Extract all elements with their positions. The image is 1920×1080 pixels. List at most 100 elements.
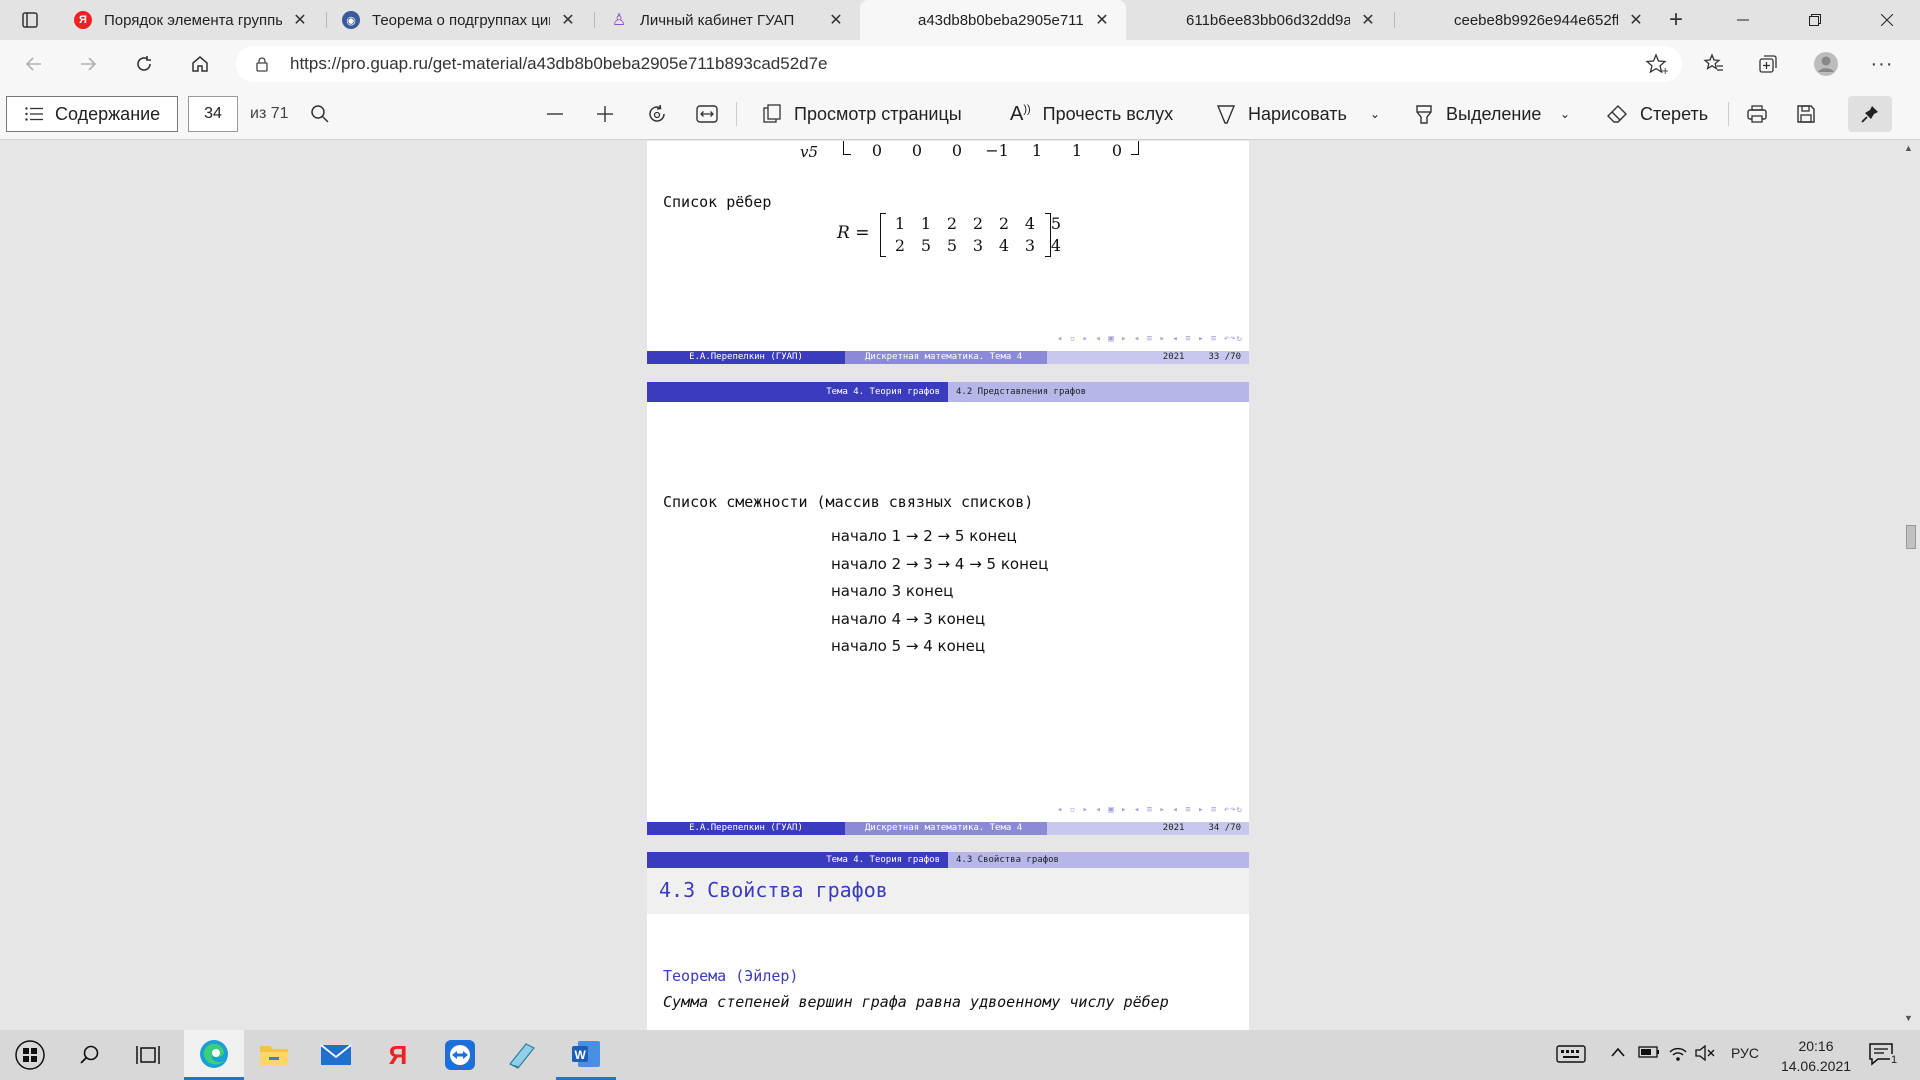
start-button[interactable] <box>0 1030 60 1080</box>
home-button[interactable] <box>182 48 218 80</box>
erase-button[interactable]: Стереть <box>1606 96 1708 132</box>
pen-icon <box>1216 105 1236 124</box>
contents-button[interactable]: Содержание <box>6 96 178 132</box>
scroll-down-arrow-icon[interactable]: ▼ <box>1904 1013 1913 1023</box>
minimize-button[interactable] <box>1712 0 1774 40</box>
clock-time: 20:16 <box>1798 1038 1834 1054</box>
toolbar-divider <box>1728 102 1729 126</box>
edge-taskbar-button[interactable] <box>184 1030 244 1080</box>
print-button[interactable] <box>1746 96 1768 132</box>
close-icon[interactable]: ✕ <box>1626 10 1646 30</box>
tab-2[interactable]: ◉ Теорема о подгруппах цик ✕ <box>328 0 592 40</box>
wifi-icon[interactable] <box>1668 1044 1688 1065</box>
minimize-icon <box>1737 19 1749 21</box>
favorites-button[interactable] <box>1696 48 1732 80</box>
printer-icon <box>1747 105 1767 123</box>
vertical-scrollbar[interactable]: ▲ ▼ <box>1900 141 1920 1030</box>
battery-icon[interactable] <box>1638 1045 1660 1062</box>
edge-matrix-row-1: 1122245 <box>887 213 1069 235</box>
scrollbar-thumb[interactable] <box>1906 525 1916 549</box>
file-explorer-taskbar-button[interactable] <box>244 1030 304 1080</box>
settings-menu-button[interactable]: ··· <box>1864 48 1900 80</box>
highlight-button[interactable]: Выделение <box>1414 96 1541 132</box>
tab-1[interactable]: Я Порядок элемента группы ✕ <box>60 0 324 40</box>
scroll-up-arrow-icon[interactable]: ▲ <box>1904 143 1913 153</box>
tab-actions-icon <box>22 12 38 28</box>
highlight-options-dropdown[interactable]: ⌄ <box>1560 96 1570 132</box>
zoom-in-button[interactable] <box>596 96 614 132</box>
pdf-viewer[interactable]: v5 0 0 0 −1 1 1 0 Список рёбер R = 1122245 255… <box>0 141 1920 1030</box>
r-label: R = <box>837 223 870 243</box>
theorem-title: Теорема (Эйлер) <box>663 967 799 985</box>
app-taskbar-button[interactable] <box>492 1030 552 1080</box>
url-field[interactable]: https://pro.guap.ru/get-material/a43db8b… <box>236 46 1682 82</box>
yandex-browser-taskbar-button[interactable]: Я <box>368 1030 428 1080</box>
forward-button[interactable] <box>70 48 106 80</box>
close-icon[interactable]: ✕ <box>1092 10 1112 30</box>
page-view-button[interactable]: Просмотр страницы <box>762 96 962 132</box>
minus-icon <box>547 113 563 115</box>
read-aloud-button[interactable]: A)) Прочесть вслух <box>1010 96 1173 132</box>
close-icon[interactable]: ✕ <box>290 10 310 30</box>
footer-meta: 2021 34 /70 <box>1047 822 1249 835</box>
language-indicator[interactable]: РУС <box>1731 1045 1759 1061</box>
page-view-icon <box>763 104 781 123</box>
matrix-cell-6: 1 <box>1071 141 1083 160</box>
fit-width-button[interactable] <box>696 96 718 132</box>
notification-count-badge: 1 <box>1890 1054 1899 1066</box>
search-button[interactable] <box>60 1030 120 1080</box>
home-icon <box>192 56 208 72</box>
chevron-up-icon[interactable] <box>1610 1045 1626 1061</box>
close-icon[interactable]: ✕ <box>826 10 846 30</box>
close-icon[interactable]: ✕ <box>1358 10 1378 30</box>
lock-icon[interactable] <box>254 56 284 72</box>
close-icon[interactable]: ✕ <box>558 10 578 30</box>
read-aloud-icon: A)) <box>1010 102 1031 125</box>
word-taskbar-button[interactable]: W <box>556 1030 616 1080</box>
tab-4-active[interactable]: a43db8b0beba2905e711b8 ✕ <box>860 0 1126 40</box>
pin-toolbar-button[interactable] <box>1848 96 1892 132</box>
rotate-button[interactable] <box>646 96 668 132</box>
close-window-button[interactable] <box>1856 0 1918 40</box>
edge-matrix: 1122245 2553434 <box>887 213 1069 257</box>
avatar-icon <box>1814 52 1838 76</box>
adjacency-list-title: Список смежности (массив связных списков… <box>663 493 1034 511</box>
new-tab-button[interactable]: + <box>1660 6 1692 34</box>
mail-taskbar-button[interactable] <box>306 1030 366 1080</box>
chevron-down-icon: ⌄ <box>1560 107 1571 121</box>
volume-muted-icon[interactable] <box>1694 1044 1716 1064</box>
clock[interactable]: 20:16 14.06.2021 <box>1774 1036 1858 1076</box>
draw-button[interactable]: Нарисовать <box>1216 96 1347 132</box>
svg-text:+: + <box>1661 66 1668 76</box>
url-text: https://pro.guap.ru/get-material/a43db8b… <box>290 54 828 73</box>
plus-icon <box>597 106 613 122</box>
clock-date: 14.06.2021 <box>1780 1058 1852 1074</box>
touch-keyboard-icon[interactable] <box>1556 1044 1586 1067</box>
page-number-input[interactable]: 34 <box>188 96 238 132</box>
task-view-icon <box>136 1046 160 1064</box>
draw-options-dropdown[interactable]: ⌄ <box>1370 96 1380 132</box>
tab-title: a43db8b0beba2905e711b8 <box>918 11 1084 29</box>
tab-3[interactable]: ♙ Личный кабинет ГУАП ✕ <box>596 0 860 40</box>
task-view-button[interactable] <box>118 1030 178 1080</box>
profile-button[interactable] <box>1808 48 1844 80</box>
header-section: 4.2 Представления графов <box>948 382 1249 402</box>
save-button[interactable] <box>1796 96 1816 132</box>
add-favorite-icon[interactable]: + <box>1644 52 1669 79</box>
tab-actions-button[interactable] <box>12 8 48 32</box>
collections-button[interactable] <box>1750 48 1786 80</box>
tab-6[interactable]: ceebe8b9926e944e652ffed ✕ <box>1396 0 1660 40</box>
zoom-out-button[interactable] <box>546 96 564 132</box>
taskbar: Я W РУС 20:16 14.06.2021 1 <box>0 1030 1920 1080</box>
back-button[interactable] <box>16 48 52 80</box>
refresh-button[interactable] <box>126 48 162 80</box>
restore-button[interactable] <box>1784 0 1846 40</box>
edge-from-cell-6: 4 <box>1024 214 1036 233</box>
teamviewer-taskbar-button[interactable] <box>430 1030 490 1080</box>
tab-divider <box>1394 12 1395 28</box>
search-button[interactable] <box>310 96 330 132</box>
tab-title: 611b6ee83bb06d32dd9a40 <box>1186 11 1350 29</box>
tab-strip: Я Порядок элемента группы ✕ ◉ Теорема о … <box>0 0 1920 40</box>
notifications-button[interactable]: 1 <box>1868 1042 1908 1070</box>
tab-5[interactable]: 611b6ee83bb06d32dd9a40 ✕ <box>1128 0 1392 40</box>
